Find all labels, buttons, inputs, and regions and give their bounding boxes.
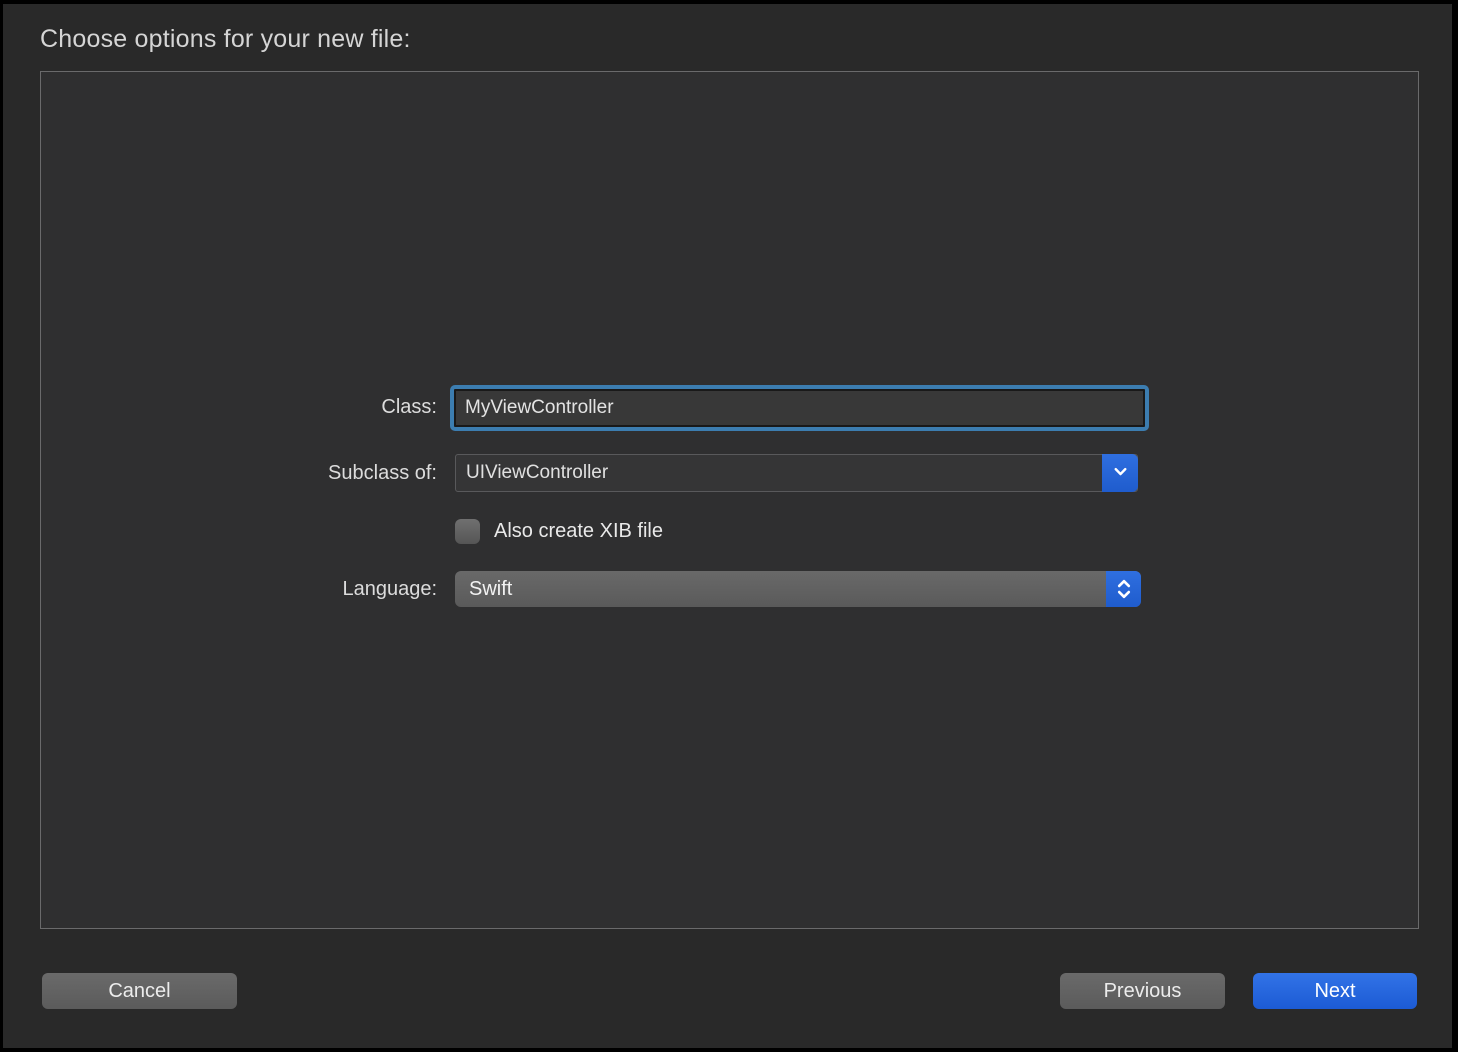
subclass-combo-box[interactable]: UIViewController [455, 454, 1138, 492]
new-file-options-dialog: Choose options for your new file: Class:… [3, 4, 1452, 1048]
language-popup-value: Swift [455, 571, 1106, 607]
previous-button[interactable]: Previous [1060, 973, 1225, 1009]
page-title: Choose options for your new file: [40, 25, 411, 54]
language-popup-button[interactable]: Swift [455, 571, 1141, 607]
chevron-down-icon [1112, 463, 1129, 483]
class-field-focus-ring [450, 385, 1149, 431]
subclass-combo-value: UIViewController [456, 455, 1102, 491]
chevron-up-down-icon [1106, 571, 1141, 607]
subclass-field-label: Subclass of: [63, 454, 437, 492]
options-panel [40, 71, 1419, 929]
next-button[interactable]: Next [1253, 973, 1417, 1009]
xib-checkbox[interactable] [455, 519, 480, 544]
xib-checkbox-label: Also create XIB file [494, 519, 663, 544]
language-field-label: Language: [63, 571, 437, 607]
cancel-button[interactable]: Cancel [42, 973, 237, 1009]
class-field-label: Class: [63, 384, 437, 430]
class-name-input[interactable] [454, 389, 1145, 427]
subclass-dropdown-button[interactable] [1102, 454, 1138, 492]
